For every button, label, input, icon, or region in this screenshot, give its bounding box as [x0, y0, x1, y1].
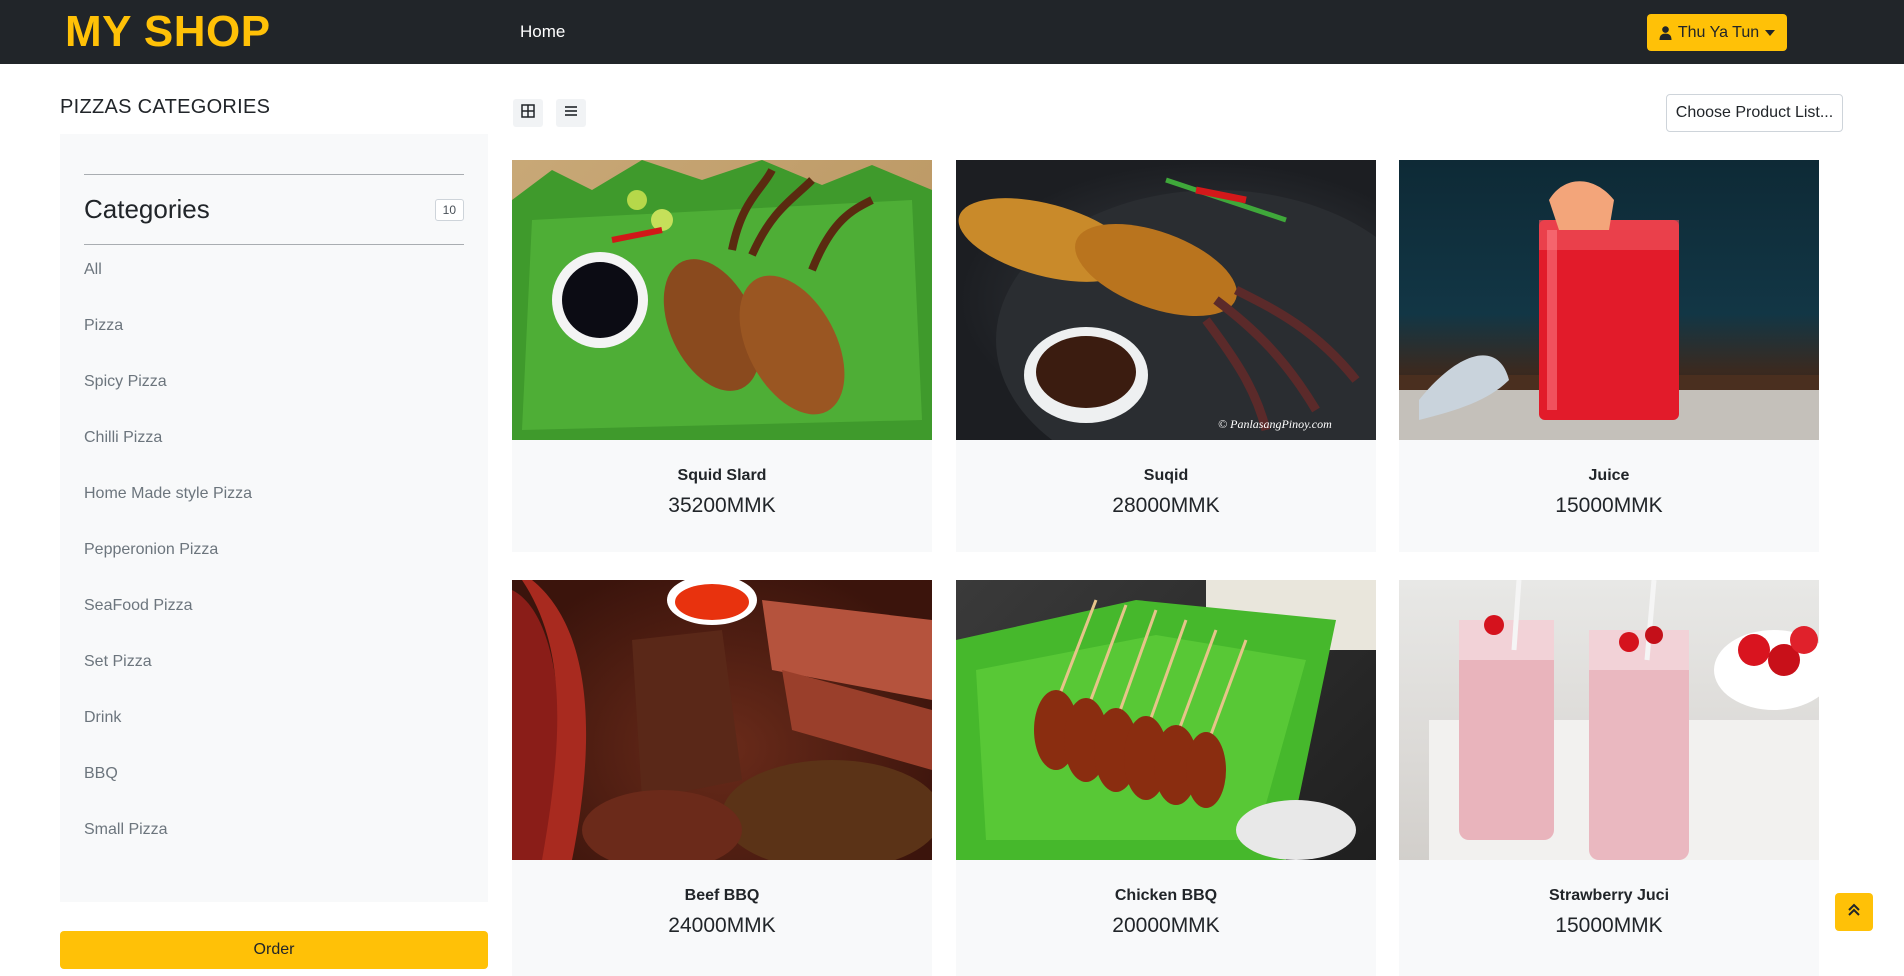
- categories-heading: Categories: [84, 194, 210, 224]
- brand-logo[interactable]: MY SHOP: [65, 6, 271, 58]
- product-price: 35200MMK: [668, 494, 776, 517]
- user-name: Thu Ya Tun: [1677, 23, 1760, 41]
- product-name: Strawberry Juci: [1548, 887, 1670, 904]
- product-image-chicken-bbq[interactable]: [956, 580, 1376, 860]
- product-card[interactable]: © PanlasangPinoy.com Suqid 28000MMK: [956, 160, 1376, 552]
- product-card[interactable]: Juice 15000MMK: [1399, 160, 1819, 552]
- top-navbar: MY SHOP Home Thu Ya Tun: [0, 0, 1904, 64]
- product-image-strawberry-juci[interactable]: [1399, 580, 1819, 860]
- image-watermark: © PanlasangPinoy.com: [1218, 417, 1332, 431]
- product-price: 20000MMK: [1112, 914, 1220, 937]
- product-card[interactable]: Beef BBQ 24000MMK: [512, 580, 932, 976]
- product-price: 24000MMK: [668, 914, 776, 937]
- category-item-seafood-pizza[interactable]: SeaFood Pizza: [84, 596, 252, 652]
- category-item-drink[interactable]: Drink: [84, 708, 252, 764]
- category-item-spicy-pizza[interactable]: Spicy Pizza: [84, 372, 252, 428]
- category-item-pepperonion-pizza[interactable]: Pepperonion Pizza: [84, 540, 252, 596]
- user-icon: [1659, 25, 1672, 40]
- list-view-icon: [564, 104, 578, 122]
- list-view-button[interactable]: [556, 99, 586, 127]
- product-price: 28000MMK: [1112, 494, 1220, 517]
- categories-header: Categories 10: [84, 194, 464, 225]
- sidebar-title: PIZZAS CATEGORIES: [60, 96, 271, 118]
- grid-view-icon: [521, 103, 535, 123]
- user-menu-button[interactable]: Thu Ya Tun: [1647, 14, 1787, 51]
- category-list: All Pizza Spicy Pizza Chilli Pizza Home …: [84, 260, 252, 876]
- product-price: 15000MMK: [1555, 494, 1663, 517]
- category-item-pizza[interactable]: Pizza: [84, 316, 252, 372]
- category-item-chilli-pizza[interactable]: Chilli Pizza: [84, 428, 252, 484]
- product-name: Chicken BBQ: [1114, 887, 1218, 904]
- order-button[interactable]: Order: [60, 931, 488, 969]
- categories-count-badge: 10: [434, 198, 464, 221]
- product-name: Squid Slard: [677, 467, 767, 484]
- product-image-suqid[interactable]: © PanlasangPinoy.com: [956, 160, 1376, 440]
- product-name: Suqid: [1143, 467, 1189, 484]
- divider: [84, 244, 464, 245]
- product-image-beef-bbq[interactable]: [512, 580, 932, 860]
- grid-view-button[interactable]: [513, 99, 543, 127]
- divider: [84, 174, 464, 175]
- product-card[interactable]: Squid Slard 35200MMK: [512, 160, 932, 552]
- caret-down-icon: [1765, 29, 1776, 36]
- categories-panel: Categories 10 All Pizza Spicy Pizza Chil…: [60, 134, 488, 902]
- product-name: Beef BBQ: [684, 887, 760, 904]
- product-image-squid-slard[interactable]: [512, 160, 932, 440]
- category-item-home-made-pizza[interactable]: Home Made style Pizza: [84, 484, 252, 540]
- nav-link-home[interactable]: Home: [520, 22, 565, 42]
- product-image-juice[interactable]: [1399, 160, 1819, 440]
- product-card[interactable]: Strawberry Juci 15000MMK: [1399, 580, 1819, 976]
- category-item-all[interactable]: All: [84, 260, 252, 316]
- choose-product-list-select[interactable]: Choose Product List...: [1666, 94, 1843, 132]
- double-chevron-up-icon: [1847, 903, 1861, 922]
- product-price: 15000MMK: [1555, 914, 1663, 937]
- scroll-to-top-button[interactable]: [1835, 893, 1873, 931]
- product-card[interactable]: Chicken BBQ 20000MMK: [956, 580, 1376, 976]
- category-item-set-pizza[interactable]: Set Pizza: [84, 652, 252, 708]
- product-name: Juice: [1588, 467, 1630, 484]
- category-item-small-pizza[interactable]: Small Pizza: [84, 820, 252, 876]
- category-item-bbq[interactable]: BBQ: [84, 764, 252, 820]
